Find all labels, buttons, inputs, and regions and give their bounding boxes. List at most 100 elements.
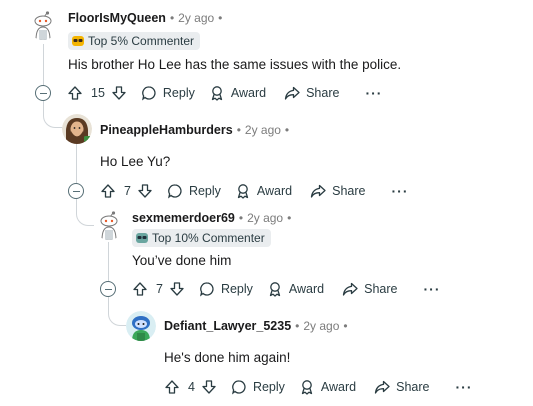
comment-actions: 7 Reply Award Share ··· xyxy=(132,279,441,299)
share-label: Share xyxy=(332,184,366,198)
award-icon xyxy=(269,282,281,297)
award-button[interactable]: Award xyxy=(299,379,356,395)
vote-group: 15 xyxy=(67,85,127,101)
commenter-badge: Top 5% Commenter xyxy=(68,32,201,50)
vote-group: 7 xyxy=(100,183,153,199)
award-label: Award xyxy=(320,380,357,394)
thread-line xyxy=(43,44,44,86)
separator-dot: • xyxy=(287,211,292,225)
downvote-icon[interactable] xyxy=(169,281,185,297)
separator-dot: • xyxy=(218,11,223,25)
award-label: Award xyxy=(230,86,267,100)
reply-label: Reply xyxy=(252,380,285,394)
avatar[interactable] xyxy=(62,114,92,144)
separator-dot: • xyxy=(343,319,348,333)
more-options-button[interactable]: ··· xyxy=(392,183,409,199)
username[interactable]: PineappleHamburders xyxy=(100,123,233,137)
share-button[interactable]: Share xyxy=(310,183,366,199)
comment-body: He's done him again! xyxy=(164,350,291,365)
reply-button[interactable]: Reply xyxy=(141,85,195,101)
username[interactable]: sexmemerdoer69 xyxy=(132,211,235,225)
award-button[interactable]: Award xyxy=(267,281,324,297)
reply-button[interactable]: Reply xyxy=(167,183,221,199)
comment-body: You’ve done him xyxy=(132,253,232,268)
vote-count: 4 xyxy=(188,380,195,394)
comment-meta: FloorIsMyQueen • 2y ago • xyxy=(68,10,226,26)
avatar[interactable] xyxy=(94,210,124,240)
award-button[interactable]: Award xyxy=(209,85,266,101)
collapse-thread-button[interactable] xyxy=(35,85,51,101)
snoo-avatar-icon xyxy=(94,210,124,240)
collapse-thread-button[interactable] xyxy=(100,281,116,297)
comment-bubble-icon xyxy=(141,86,156,101)
upvote-icon[interactable] xyxy=(132,281,148,297)
commenter-badge: Top 10% Commenter xyxy=(132,229,271,247)
share-button[interactable]: Share xyxy=(374,379,430,395)
upvote-icon[interactable] xyxy=(100,183,116,199)
comment-meta: sexmemerdoer69 • 2y ago • xyxy=(132,210,295,226)
award-icon xyxy=(211,86,223,101)
vote-count: 15 xyxy=(91,86,105,100)
share-label: Share xyxy=(396,380,430,394)
share-label: Share xyxy=(306,86,340,100)
username[interactable]: Defiant_Lawyer_5235 xyxy=(164,319,291,333)
vote-group: 7 xyxy=(132,281,185,297)
avatar[interactable] xyxy=(126,311,156,341)
reply-button[interactable]: Reply xyxy=(231,379,285,395)
vote-count: 7 xyxy=(124,184,131,198)
upvote-icon[interactable] xyxy=(164,379,180,395)
share-arrow-icon xyxy=(374,380,390,394)
comment-bubble-icon xyxy=(167,184,182,199)
more-options-button[interactable]: ··· xyxy=(365,85,382,101)
share-arrow-icon xyxy=(284,86,300,100)
badge-label: Top 5% Commenter xyxy=(88,34,195,48)
comment-bubble-icon xyxy=(199,282,214,297)
thread-line xyxy=(108,242,109,282)
timestamp[interactable]: 2y ago xyxy=(303,319,339,333)
upvote-icon[interactable] xyxy=(67,85,83,101)
timestamp[interactable]: 2y ago xyxy=(245,123,281,137)
more-options-button[interactable]: ··· xyxy=(424,281,441,297)
downvote-icon[interactable] xyxy=(201,379,217,395)
custom-avatar-icon xyxy=(126,311,156,341)
timestamp[interactable]: 2y ago xyxy=(178,11,214,25)
share-label: Share xyxy=(364,282,398,296)
reply-label: Reply xyxy=(162,86,195,100)
thread-elbow xyxy=(108,296,126,326)
comment-meta: PineappleHamburders • 2y ago • xyxy=(100,122,293,138)
separator-dot: • xyxy=(295,319,300,333)
username[interactable]: FloorIsMyQueen xyxy=(68,11,166,25)
badge-label: Top 10% Commenter xyxy=(152,231,265,245)
more-options-button[interactable]: ··· xyxy=(456,379,473,395)
comment-meta: Defiant_Lawyer_5235 • 2y ago • xyxy=(164,318,352,334)
award-icon xyxy=(237,184,249,199)
downvote-icon[interactable] xyxy=(111,85,127,101)
collapse-thread-button[interactable] xyxy=(68,183,84,199)
thread-line xyxy=(76,144,77,184)
sunglasses-icon xyxy=(136,233,148,243)
custom-avatar-icon xyxy=(62,114,92,144)
award-label: Award xyxy=(256,184,293,198)
share-arrow-icon xyxy=(310,184,326,198)
share-button[interactable]: Share xyxy=(284,85,339,101)
comment-body: Ho Lee Yu? xyxy=(100,154,171,169)
vote-group: 4 xyxy=(164,379,217,395)
award-label: Award xyxy=(288,282,325,296)
reply-button[interactable]: Reply xyxy=(199,281,253,297)
sunglasses-icon xyxy=(72,36,84,46)
downvote-icon[interactable] xyxy=(137,183,153,199)
share-button[interactable]: Share xyxy=(342,281,398,297)
comment-actions: 7 Reply Award Share ··· xyxy=(100,181,409,201)
award-icon xyxy=(301,380,313,395)
separator-dot: • xyxy=(238,211,244,225)
reply-label: Reply xyxy=(220,282,253,296)
thread-elbow xyxy=(76,198,94,226)
vote-count: 7 xyxy=(156,282,163,296)
timestamp[interactable]: 2y ago xyxy=(247,211,283,225)
comment-body: His brother Ho Lee has the same issues w… xyxy=(68,57,402,72)
award-button[interactable]: Award xyxy=(235,183,292,199)
separator-dot: • xyxy=(236,123,241,137)
separator-dot: • xyxy=(169,11,175,25)
thread-elbow xyxy=(43,100,63,128)
avatar[interactable] xyxy=(28,10,58,40)
